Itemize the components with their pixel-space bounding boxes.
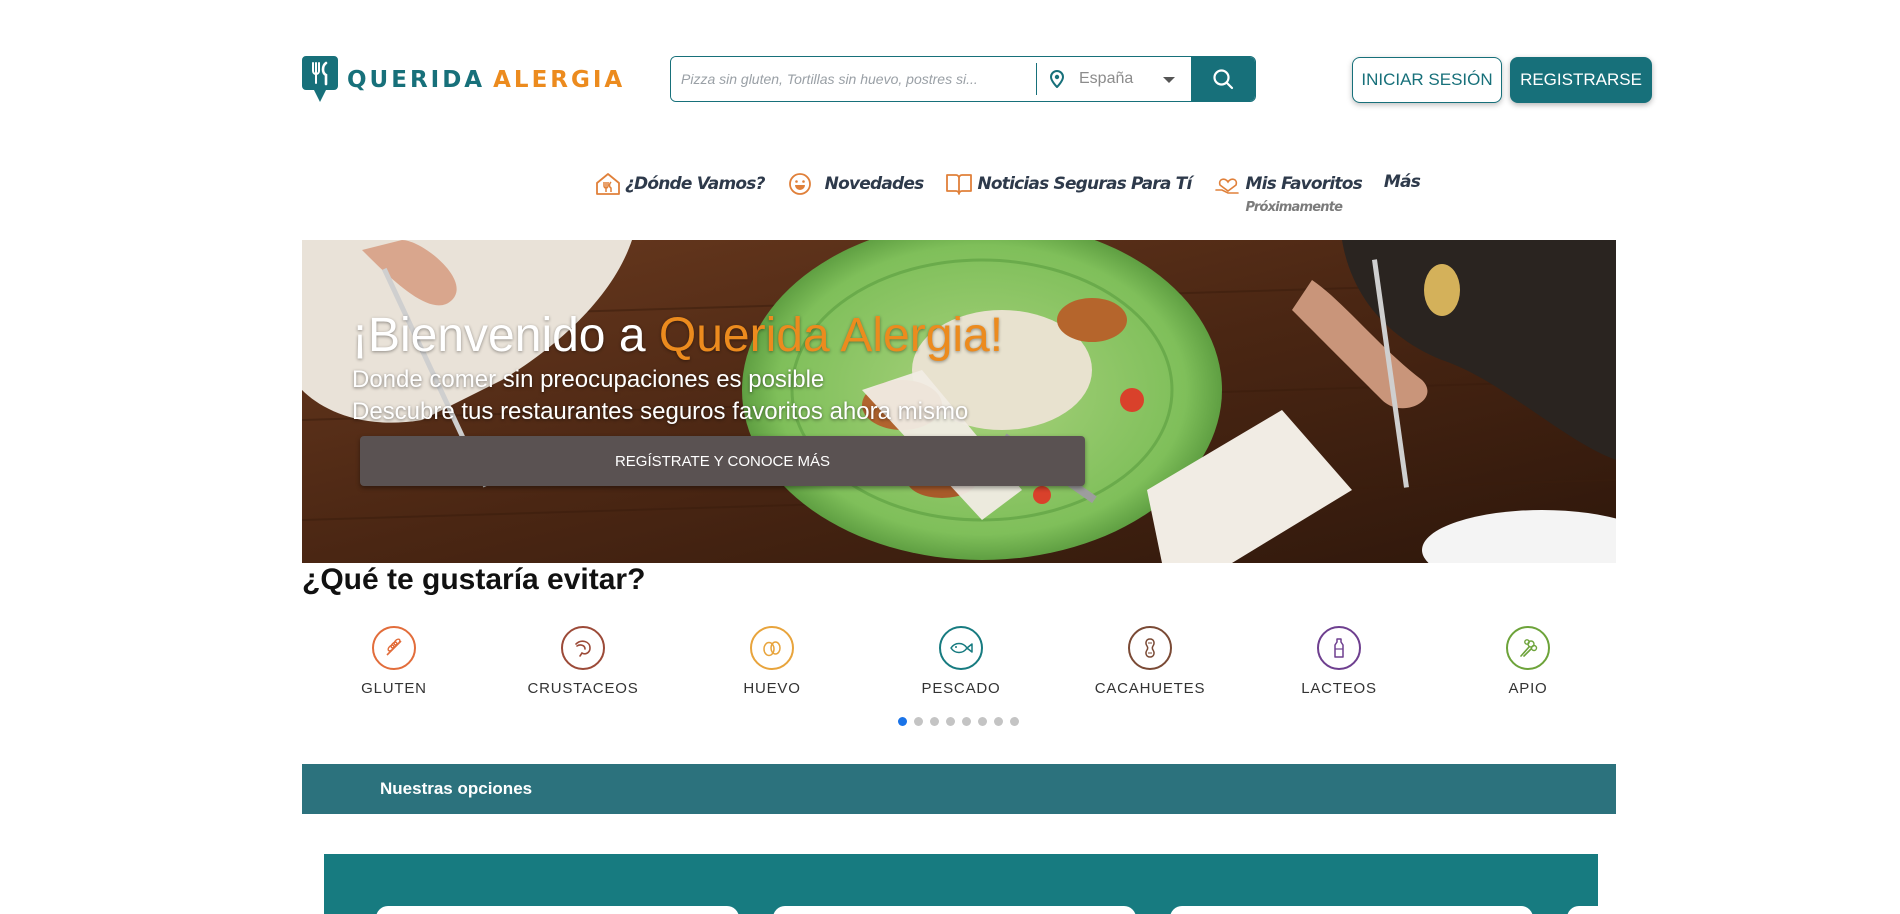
allergen-cacahuetes[interactable]: CACAHUETES bbox=[1070, 626, 1230, 697]
search-bar: España bbox=[670, 56, 1256, 102]
hero-subtitle-1: Donde comer sin preocupaciones es posibl… bbox=[352, 366, 825, 393]
nav-item-novedades[interactable]: Novedades bbox=[787, 172, 924, 196]
allergen-gluten[interactable]: GLUTEN bbox=[314, 626, 474, 697]
nav-item-noticias[interactable]: Noticias Seguras Para Tí bbox=[945, 172, 1192, 196]
allergen-label: GLUTEN bbox=[361, 680, 427, 697]
restaurant-house-icon bbox=[596, 173, 620, 195]
carousel-dots bbox=[898, 717, 1026, 726]
wheat-icon bbox=[386, 638, 402, 656]
smiley-icon bbox=[788, 173, 811, 195]
carousel-dot[interactable] bbox=[898, 717, 907, 726]
location-pin-icon bbox=[1049, 70, 1065, 88]
peanut-icon bbox=[1145, 638, 1155, 658]
options-title: Nuestras opciones bbox=[380, 779, 533, 798]
options-panel bbox=[324, 854, 1598, 914]
search-icon bbox=[1213, 69, 1234, 90]
allergen-apio[interactable]: APIO bbox=[1448, 626, 1608, 697]
option-card[interactable] bbox=[773, 906, 1136, 914]
nav-item-mis-favoritos[interactable]: Mis Favoritos Próximamente bbox=[1214, 172, 1363, 215]
open-book-icon bbox=[946, 174, 973, 195]
nav-item-donde-vamos[interactable]: ¿Dónde Vamos? bbox=[595, 172, 765, 196]
search-button[interactable] bbox=[1191, 57, 1255, 101]
carousel-dot[interactable] bbox=[962, 717, 971, 726]
allergen-label: CRUSTACEOS bbox=[527, 680, 639, 697]
login-button[interactable]: INICIAR SESIÓN bbox=[1352, 57, 1502, 103]
allergen-label: LACTEOS bbox=[1301, 680, 1377, 697]
fish-icon bbox=[950, 642, 973, 654]
carousel-dot[interactable] bbox=[978, 717, 987, 726]
register-cta-button[interactable]: REGÍSTRATE Y CONOCE MÁS bbox=[360, 436, 1085, 486]
allergen-label: CACAHUETES bbox=[1094, 680, 1206, 697]
carousel-dot[interactable] bbox=[1010, 717, 1019, 726]
chevron-down-icon bbox=[1163, 77, 1175, 83]
allergen-lacteos[interactable]: LACTEOS bbox=[1259, 626, 1419, 697]
carousel-dot[interactable] bbox=[946, 717, 955, 726]
allergen-label: HUEVO bbox=[743, 680, 801, 697]
options-header: Nuestras opciones bbox=[302, 764, 1616, 814]
heart-hand-icon bbox=[1214, 178, 1239, 194]
carousel-dot[interactable] bbox=[994, 717, 1003, 726]
egg-icon bbox=[763, 641, 781, 657]
register-button[interactable]: REGISTRARSE bbox=[1510, 57, 1652, 103]
allergen-label: PESCADO bbox=[921, 680, 1001, 697]
location-select[interactable]: España bbox=[1037, 57, 1191, 101]
celery-icon bbox=[1520, 639, 1538, 657]
carousel-dot[interactable] bbox=[930, 717, 939, 726]
avoid-section-title: ¿Qué te gustaría evitar? bbox=[302, 563, 646, 596]
milk-bottle-icon bbox=[1334, 638, 1344, 658]
carousel-dot[interactable] bbox=[914, 717, 923, 726]
option-card[interactable] bbox=[1170, 906, 1533, 914]
logo[interactable]: QUERIDA ALERGIA bbox=[302, 56, 625, 104]
allergen-pescado[interactable]: PESCADO bbox=[881, 626, 1041, 697]
location-value: España bbox=[1079, 70, 1134, 87]
allergen-huevo[interactable]: HUEVO bbox=[692, 626, 852, 697]
shrimp-icon bbox=[575, 640, 591, 657]
hero-title: ¡Bienvenido a Querida Alergia! bbox=[352, 309, 1004, 362]
hero-subtitle-2: Descubre tus restaurantes seguros favori… bbox=[352, 398, 969, 425]
nav-item-mas[interactable]: Más bbox=[1384, 172, 1421, 192]
option-card[interactable] bbox=[376, 906, 739, 914]
main-nav: ¿Dónde Vamos? Novedades Noticias Seguras… bbox=[595, 172, 1442, 215]
logo-text: QUERIDA ALERGIA bbox=[347, 67, 626, 93]
hero-banner: ¡Bienvenido a Querida Alergia! Donde com… bbox=[302, 240, 1616, 563]
allergen-crustaceos[interactable]: CRUSTACEOS bbox=[503, 626, 663, 697]
allergen-label: APIO bbox=[1508, 680, 1548, 697]
coming-soon-label: Próximamente bbox=[1245, 200, 1343, 215]
search-input[interactable] bbox=[671, 57, 1036, 101]
logo-fork-knife-icon bbox=[302, 56, 338, 102]
option-card[interactable] bbox=[1567, 906, 1598, 914]
